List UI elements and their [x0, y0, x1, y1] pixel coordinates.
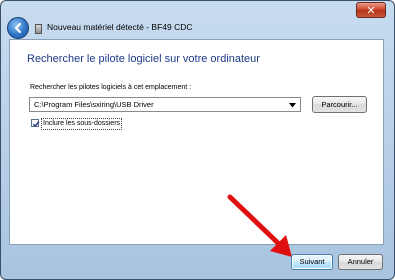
- title-bar: ✕ Nouveau matériel détecté - BF49 CDC: [1, 1, 394, 39]
- red-arrow-annotation: [227, 194, 292, 257]
- include-subfolders-checkbox[interactable]: [31, 119, 40, 128]
- close-button[interactable]: ✕: [356, 2, 386, 18]
- usb-device-icon: [35, 24, 42, 34]
- content-panel: Rechercher le pilote logiciel sur votre …: [9, 39, 384, 245]
- back-arrow-icon: [14, 22, 22, 34]
- path-value: C:\Program Files\sxiring\USB Driver: [34, 100, 154, 109]
- page-heading: Rechercher le pilote logiciel sur votre …: [27, 53, 260, 65]
- browse-button[interactable]: Parcourir...: [312, 96, 367, 113]
- cancel-button[interactable]: Annuler: [338, 254, 383, 270]
- window-title: Nouveau matériel détecté - BF49 CDC: [47, 22, 193, 32]
- path-label: Rechercher les pilotes logiciels à cet e…: [30, 84, 192, 91]
- wizard-dialog: ✕ Nouveau matériel détecté - BF49 CDC Re…: [0, 0, 395, 280]
- close-icon: ✕: [366, 4, 376, 17]
- checkmark-icon: [32, 121, 40, 128]
- back-button[interactable]: [7, 17, 29, 39]
- chevron-down-icon[interactable]: [289, 103, 296, 108]
- next-button[interactable]: Suivant: [291, 254, 333, 270]
- include-subfolders-label[interactable]: Inclure les sous-dossiers: [41, 118, 123, 130]
- path-combobox[interactable]: C:\Program Files\sxiring\USB Driver: [29, 97, 301, 112]
